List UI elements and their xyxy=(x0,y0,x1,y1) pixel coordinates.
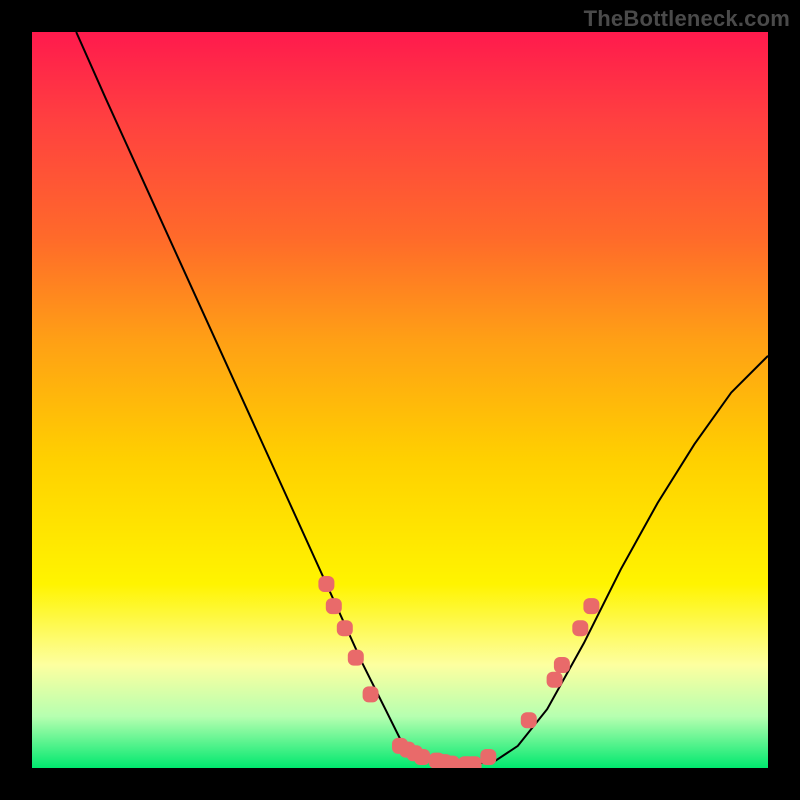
data-marker xyxy=(318,576,334,592)
data-marker xyxy=(521,712,537,728)
data-marker xyxy=(466,756,482,768)
data-marker xyxy=(414,749,430,765)
data-marker xyxy=(444,756,460,768)
data-marker xyxy=(583,598,599,614)
chart-frame: TheBottleneck.com xyxy=(0,0,800,800)
data-marker xyxy=(326,598,342,614)
chart-svg xyxy=(32,32,768,768)
bottleneck-curve xyxy=(76,32,768,764)
chart-plot-area xyxy=(32,32,768,768)
data-marker xyxy=(547,672,563,688)
watermark-label: TheBottleneck.com xyxy=(584,6,790,32)
data-marker xyxy=(480,749,496,765)
data-marker xyxy=(572,620,588,636)
data-marker xyxy=(363,686,379,702)
data-marker xyxy=(348,650,364,666)
data-marker xyxy=(554,657,570,673)
data-marker xyxy=(337,620,353,636)
